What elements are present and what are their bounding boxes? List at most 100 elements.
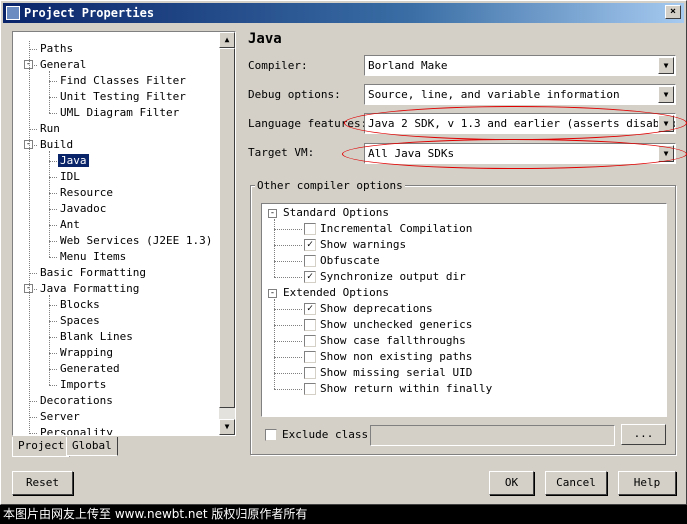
watermark-bar: 本图片由网友上传至 www.newbt.net 版权归原作者所有: [0, 505, 687, 524]
collapse-icon[interactable]: -: [268, 209, 277, 218]
language-features-select[interactable]: Java 2 SDK, v 1.3 and earlier (asserts d…: [364, 113, 676, 134]
tree-item[interactable]: Blocks: [58, 297, 102, 312]
tree-item[interactable]: Generated: [58, 361, 122, 376]
tree-item-label: Basic Formatting: [40, 266, 146, 279]
settings-tree[interactable]: Paths General - Find Classes Filter Unit Tes…: [12, 31, 236, 436]
cancel-button[interactable]: Cancel: [545, 471, 607, 495]
tree-item-label: Blank Lines: [60, 330, 133, 343]
option-checkbox[interactable]: [304, 255, 316, 267]
tree-connector: [49, 321, 57, 322]
option-label: Obfuscate: [320, 254, 380, 267]
option-checkbox[interactable]: ✓: [304, 303, 316, 315]
tree-item-label: Build: [40, 138, 74, 151]
option-checkbox[interactable]: [304, 367, 316, 379]
tree-connector: [274, 373, 302, 374]
tree-connector: [49, 113, 57, 114]
tree-item[interactable]: Web Services (J2EE 1.3): [58, 233, 214, 248]
tree-connector: [49, 209, 57, 210]
tree-item[interactable]: Build: [38, 137, 75, 152]
scroll-thumb[interactable]: [219, 48, 235, 408]
tree-connector: [29, 41, 30, 435]
option-checkbox[interactable]: [304, 335, 316, 347]
tree-item[interactable]: Decorations: [38, 393, 115, 408]
compiler-select[interactable]: Borland Make ▼: [364, 55, 676, 76]
tree-item[interactable]: Personality: [38, 425, 115, 435]
debug-options-label: Debug options:: [248, 88, 341, 101]
chevron-down-icon[interactable]: ▼: [658, 57, 674, 74]
option-checkbox[interactable]: ✓: [304, 239, 316, 251]
tree-item[interactable]: Menu Items: [58, 249, 128, 264]
tree-item[interactable]: Spaces: [58, 313, 102, 328]
tree-connector: [49, 369, 57, 370]
tree-item[interactable]: Wrapping: [58, 345, 115, 360]
tree-item[interactable]: Unit Testing Filter: [58, 89, 188, 104]
tree-connector: [274, 341, 302, 342]
option-checkbox[interactable]: [304, 383, 316, 395]
tree-item-label: UML Diagram Filter: [60, 106, 180, 119]
tree-connector: [49, 177, 57, 178]
tree-item[interactable]: Resource: [58, 185, 115, 200]
tree-item-label: Run: [40, 122, 60, 135]
scroll-up-icon[interactable]: ▲: [219, 32, 235, 48]
reset-button[interactable]: Reset: [12, 471, 73, 495]
tree-scrollbar[interactable]: ▲ ▼: [219, 32, 235, 435]
compiler-options-tree[interactable]: - Standard Options Incremental Compilation…: [261, 203, 667, 417]
tree-connector: [29, 401, 37, 402]
tree-item[interactable]: IDL: [58, 169, 82, 184]
tree-item-label: Java: [58, 154, 89, 167]
tree-item[interactable]: Basic Formatting: [38, 265, 148, 280]
scroll-down-icon[interactable]: ▼: [219, 419, 235, 435]
option-checkbox[interactable]: ✓: [304, 271, 316, 283]
target-vm-select[interactable]: All Java SDKs ▼: [364, 143, 676, 164]
chevron-down-icon[interactable]: ▼: [658, 115, 674, 132]
tab-global[interactable]: Global: [66, 437, 118, 456]
tree-item[interactable]: Java: [58, 153, 89, 168]
tree-item[interactable]: Run: [38, 121, 62, 136]
tree-connector: [274, 299, 275, 389]
settings-tree-list: Paths General - Find Classes Filter Unit Tes…: [13, 32, 220, 435]
exclude-class-input[interactable]: [370, 425, 615, 446]
tree-item[interactable]: Blank Lines: [58, 329, 135, 344]
tree-connector: [29, 417, 37, 418]
tree-item[interactable]: Paths: [38, 41, 75, 56]
tab-project[interactable]: Project: [12, 437, 71, 457]
tree-connector: [49, 193, 57, 194]
option-label: Show unchecked generics: [320, 318, 473, 331]
tree-connector: [49, 71, 50, 113]
help-button[interactable]: Help: [618, 471, 676, 495]
tree-connector: [49, 305, 57, 306]
tree-item[interactable]: Find Classes Filter: [58, 73, 188, 88]
tree-item[interactable]: Java Formatting: [38, 281, 141, 296]
tree-connector: [274, 219, 275, 277]
tree-connector: [29, 129, 37, 130]
tree-item[interactable]: Server: [38, 409, 82, 424]
tree-item-label: Java Formatting: [40, 282, 140, 295]
option-checkbox[interactable]: [304, 351, 316, 363]
option-checkbox[interactable]: [304, 319, 316, 331]
tree-item-label: Menu Items: [60, 250, 127, 263]
option-checkbox[interactable]: [304, 223, 316, 235]
tree-item-label: Javadoc: [60, 202, 107, 215]
tree-item-label: Imports: [60, 378, 107, 391]
tree-connector: [274, 245, 302, 246]
tree-item[interactable]: General: [38, 57, 88, 72]
tree-item[interactable]: Ant: [58, 217, 82, 232]
tree-item[interactable]: UML Diagram Filter: [58, 105, 181, 120]
tree-connector: [49, 97, 57, 98]
tree-item-label: Server: [40, 410, 80, 423]
group-title: Other compiler options: [255, 179, 405, 193]
chevron-down-icon[interactable]: ▼: [658, 145, 674, 162]
tree-connector: [29, 433, 37, 434]
debug-options-value: Source, line, and variable information: [368, 88, 620, 101]
tree-item[interactable]: Imports: [58, 377, 108, 392]
window-title: Project Properties: [24, 6, 155, 20]
tree-connector: [49, 81, 57, 82]
exclude-class-checkbox[interactable]: [265, 429, 277, 441]
close-button[interactable]: ×: [665, 5, 681, 19]
collapse-icon[interactable]: -: [268, 289, 277, 298]
chevron-down-icon[interactable]: ▼: [658, 86, 674, 103]
browse-button[interactable]: ...: [621, 424, 666, 445]
ok-button[interactable]: OK: [489, 471, 534, 495]
tree-item[interactable]: Javadoc: [58, 201, 108, 216]
debug-options-select[interactable]: Source, line, and variable information ▼: [364, 84, 676, 105]
